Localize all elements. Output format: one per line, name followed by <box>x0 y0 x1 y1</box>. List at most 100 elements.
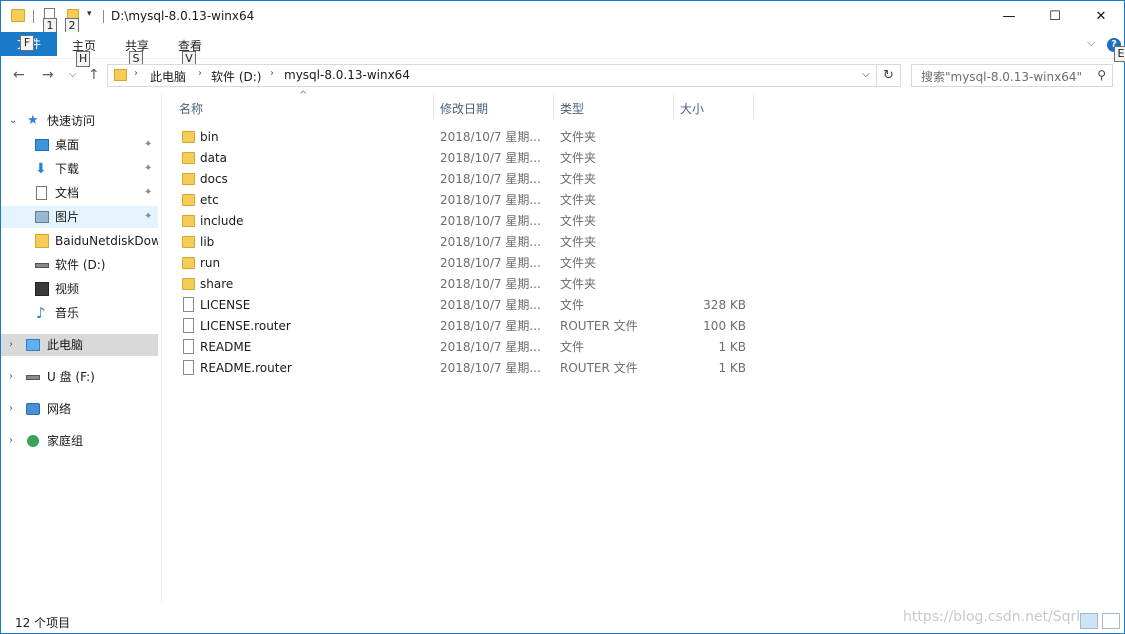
details-view-button[interactable] <box>1080 613 1098 629</box>
sidebar-item-homegroup[interactable]: › 家庭组 <box>1 430 158 452</box>
folder-icon <box>182 236 195 248</box>
sidebar-item-quick-access[interactable]: ⌄ ★ 快速访问 <box>1 110 158 132</box>
back-button[interactable]: ← <box>13 67 25 83</box>
file-row[interactable]: share 2018/10/7 星期... 文件夹 <box>163 274 763 295</box>
ribbon: 文件 F 主页 H 共享 S 查看 V ⌵ ? E <box>1 32 1125 67</box>
file-row[interactable]: docs 2018/10/7 星期... 文件夹 <box>163 169 763 190</box>
address-dropdown-button[interactable]: ⌵ <box>862 69 870 80</box>
file-type: 文件夹 <box>560 214 597 228</box>
expand-chevron-icon[interactable]: › <box>9 430 13 452</box>
column-separator[interactable] <box>553 95 554 119</box>
sidebar-item-network[interactable]: › 网络 <box>1 398 158 420</box>
drive-icon <box>35 263 49 268</box>
file-row[interactable]: LICENSE.router 2018/10/7 星期... ROUTER 文件 10… <box>163 316 763 337</box>
file-date: 2018/10/7 星期... <box>440 235 541 249</box>
sidebar-item-downloads[interactable]: ⬇ 下载 ✦ <box>1 158 158 180</box>
file-row[interactable]: include 2018/10/7 星期... 文件夹 <box>163 211 763 232</box>
file-date: 2018/10/7 星期... <box>440 340 541 354</box>
sidebar-item-music[interactable]: ♪ 音乐 <box>1 302 158 324</box>
recent-locations-button[interactable]: ⌵ <box>69 69 77 80</box>
file-type: 文件夹 <box>560 256 597 270</box>
file-row[interactable]: lib 2018/10/7 星期... 文件夹 <box>163 232 763 253</box>
customize-toolbar-button[interactable]: ▾ <box>87 9 92 19</box>
pin-icon[interactable]: ✦ <box>144 134 152 156</box>
column-separator[interactable] <box>673 95 674 119</box>
homegroup-icon <box>27 435 39 447</box>
computer-icon <box>26 339 40 351</box>
watermark: https://blog.csdn.net/Sqrl... <box>903 609 1094 625</box>
sidebar-item-documents[interactable]: 文档 ✦ <box>1 182 158 204</box>
expand-chevron-icon[interactable]: › <box>9 398 13 420</box>
column-header-date[interactable]: 修改日期 <box>440 100 488 117</box>
pin-icon[interactable]: ✦ <box>144 158 152 180</box>
address-bar[interactable]: › 此电脑 › 软件 (D:) › mysql-8.0.13-winx64 ⌵ <box>107 64 877 87</box>
column-separator[interactable] <box>433 95 434 119</box>
file-row[interactable]: bin 2018/10/7 星期... 文件夹 <box>163 127 763 148</box>
file-icon <box>183 339 194 354</box>
music-note-icon: ♪ <box>36 304 46 322</box>
sidebar-item-label: 快速访问 <box>47 114 96 128</box>
refresh-button[interactable]: ↻ <box>877 64 901 87</box>
file-date: 2018/10/7 星期... <box>440 130 541 144</box>
sidebar-item-baidunetdisk[interactable]: BaiduNetdiskDow <box>1 230 158 252</box>
pin-icon[interactable]: ✦ <box>144 182 152 204</box>
file-type: 文件 <box>560 298 585 312</box>
expand-chevron-icon[interactable]: › <box>9 334 13 356</box>
folder-icon <box>35 234 49 248</box>
window-title: D:\mysql-8.0.13-winx64 <box>111 9 255 23</box>
network-icon <box>26 403 40 415</box>
folder-icon <box>182 278 195 290</box>
keytip-help: E <box>1114 46 1125 62</box>
file-row[interactable]: etc 2018/10/7 星期... 文件夹 <box>163 190 763 211</box>
sidebar-item-this-pc[interactable]: › 此电脑 <box>1 334 158 356</box>
sidebar-item-usb[interactable]: › U 盘 (F:) <box>1 366 158 388</box>
sidebar-item-desktop[interactable]: 桌面 ✦ <box>1 134 158 156</box>
sidebar-item-drive-d[interactable]: 软件 (D:) <box>1 254 158 276</box>
file-row[interactable]: data 2018/10/7 星期... 文件夹 <box>163 148 763 169</box>
file-date: 2018/10/7 星期... <box>440 214 541 228</box>
column-separator[interactable] <box>753 95 754 119</box>
folder-icon <box>182 194 195 206</box>
keytip-file: F <box>20 35 34 51</box>
breadcrumb-separator: › <box>270 68 274 79</box>
file-row[interactable]: run 2018/10/7 星期... 文件夹 <box>163 253 763 274</box>
file-type: 文件 <box>560 340 585 354</box>
search-box[interactable]: 搜索"mysql-8.0.13-winx64" ⚲ <box>911 64 1113 87</box>
sidebar-item-label: 此电脑 <box>47 338 84 352</box>
up-button[interactable]: ↑ <box>88 67 100 83</box>
file-row[interactable]: README.router 2018/10/7 星期... ROUTER 文件 1 K… <box>163 358 763 379</box>
file-date: 2018/10/7 星期... <box>440 298 541 312</box>
file-name: LICENSE <box>200 298 251 312</box>
sidebar-item-pictures[interactable]: 图片 ✦ <box>1 206 158 228</box>
breadcrumb-this-pc[interactable]: 此电脑 <box>150 68 186 85</box>
file-date: 2018/10/7 星期... <box>440 361 541 375</box>
close-button[interactable]: ✕ <box>1078 1 1124 31</box>
expanded-chevron-icon[interactable]: ⌄ <box>9 110 17 132</box>
file-type: 文件夹 <box>560 235 597 249</box>
file-row[interactable]: LICENSE 2018/10/7 星期... 文件 328 KB <box>163 295 763 316</box>
toolbar-separator <box>103 10 104 23</box>
forward-button[interactable]: → <box>42 67 54 83</box>
file-size: 1 KB <box>718 340 746 354</box>
column-header-type[interactable]: 类型 <box>560 100 584 117</box>
search-input[interactable]: 搜索"mysql-8.0.13-winx64" <box>921 68 1082 85</box>
expand-ribbon-button[interactable]: ⌵ <box>1087 36 1095 50</box>
sidebar-item-label: 音乐 <box>55 306 80 320</box>
large-icons-view-button[interactable] <box>1102 613 1120 629</box>
column-header-size[interactable]: 大小 <box>680 100 704 117</box>
sidebar-item-videos[interactable]: 视频 <box>1 278 158 300</box>
file-name: README.router <box>200 361 292 375</box>
minimize-button[interactable]: — <box>986 1 1032 31</box>
pane-divider[interactable] <box>161 93 162 603</box>
breadcrumb-drive-d[interactable]: 软件 (D:) <box>211 68 261 85</box>
file-row[interactable]: README 2018/10/7 星期... 文件 1 KB <box>163 337 763 358</box>
breadcrumb-mysql-folder[interactable]: mysql-8.0.13-winx64 <box>284 68 410 82</box>
document-icon <box>36 186 47 200</box>
column-header-name[interactable]: 名称 <box>179 100 203 117</box>
search-icon: ⚲ <box>1097 68 1106 82</box>
file-name: docs <box>200 172 228 186</box>
expand-chevron-icon[interactable]: › <box>9 366 13 388</box>
maximize-button[interactable]: ☐ <box>1032 1 1078 31</box>
file-name: run <box>200 256 221 270</box>
pin-icon[interactable]: ✦ <box>144 206 152 228</box>
